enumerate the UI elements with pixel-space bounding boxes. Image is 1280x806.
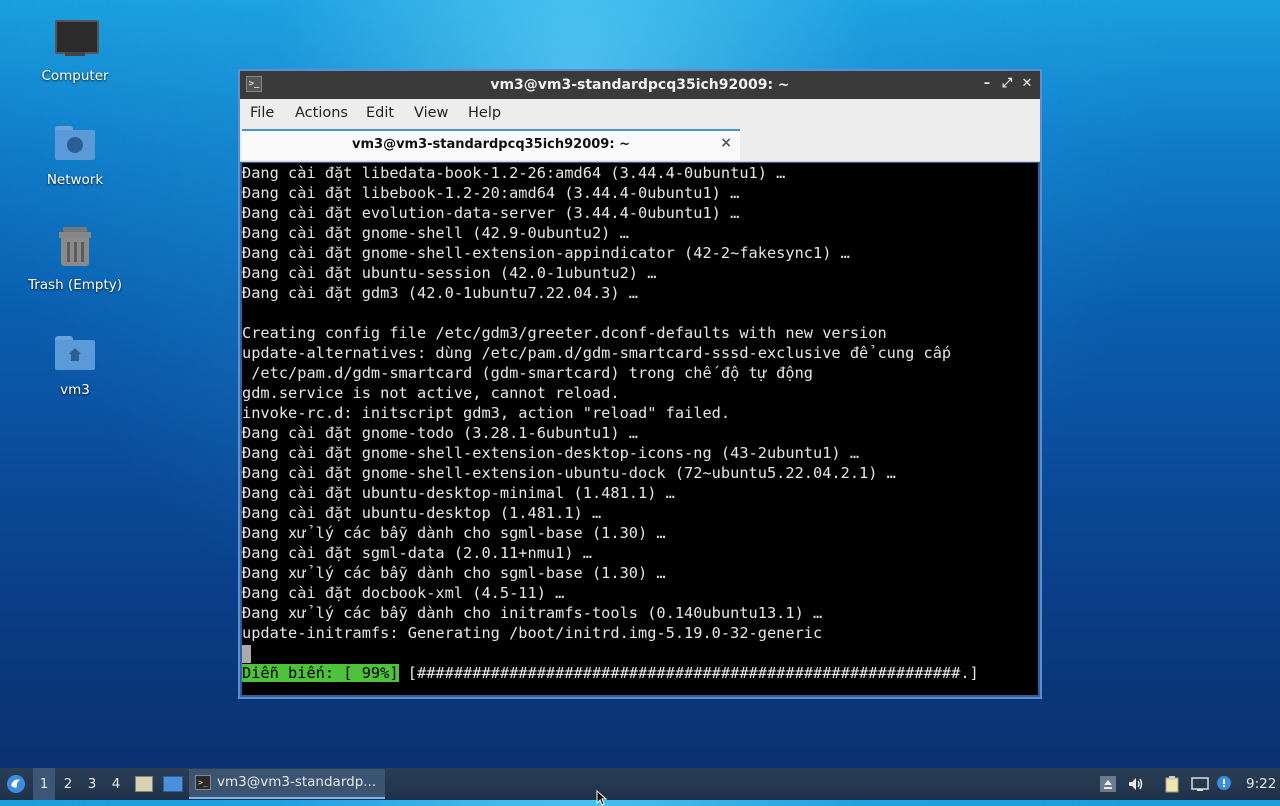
menu-edit[interactable]: Edit (366, 105, 394, 121)
terminal-window: >_ vm3@vm3-standardpcq35ich92009: ~ – ⤢ … (238, 69, 1042, 699)
terminal-line: Đang xử lý các bẫy dành cho initramfs-to… (242, 604, 823, 622)
terminal-cursor-line (242, 643, 1038, 663)
menu-view[interactable]: View (414, 105, 448, 121)
start-menu-button[interactable] (4, 768, 28, 800)
terminal-line: Đang cài đặt docbook-xml (4.5-11) … (242, 584, 565, 602)
eject-icon[interactable] (1099, 775, 1117, 793)
computer-icon (51, 16, 99, 64)
terminal-line: /etc/pam.d/gdm-smartcard (gdm-smartcard)… (242, 364, 813, 382)
desktop-icon-network[interactable]: Network (20, 120, 130, 188)
terminal-line: Đang cài đặt gdm3 (42.0-1ubuntu7.22.04.3… (242, 284, 639, 302)
progress-line: Diễn biến: [ 99%] [#####################… (242, 663, 1038, 683)
menu-bar: File Actions Edit View Help (240, 99, 1040, 129)
trash-icon (51, 225, 99, 273)
progress-bar-text: [#######################################… (398, 664, 979, 682)
terminal-lines: Đang cài đặt libedata-book-1.2-26:amd64 … (242, 163, 1038, 643)
taskbar-terminal-task[interactable]: >_ vm3@vm3-standardp... (189, 769, 385, 799)
terminal-line: Đang cài đặt gnome-shell-extension-ubunt… (242, 464, 896, 482)
terminal-line: Đang xử lý các bẫy dành cho sgml-base (1… (242, 564, 666, 582)
home-folder-icon (51, 330, 99, 378)
terminal-line: Đang cài đặt gnome-shell-extension-deskt… (242, 444, 860, 462)
menu-help[interactable]: Help (468, 105, 501, 121)
notification-icon[interactable] (1215, 775, 1233, 793)
tab-bar: vm3@vm3-standardpcq35ich92009: ~ × (240, 129, 1040, 162)
text-cursor (242, 644, 251, 663)
terminal-line: Đang cài đặt ubuntu-desktop (1.481.1) … (242, 504, 602, 522)
app-menu-icon (7, 775, 25, 793)
show-desktop-launcher[interactable] (162, 768, 184, 800)
terminal-output[interactable]: Đang cài đặt libedata-book-1.2-26:amd64 … (242, 163, 1038, 695)
taskbar: 1 2 3 4 >_ vm3@vm3-standardp... 9:22 (0, 768, 1280, 800)
terminal-line: update-initramfs: Generating /boot/initr… (242, 624, 823, 642)
network-icon[interactable] (1191, 775, 1209, 793)
tab-terminal[interactable]: vm3@vm3-standardpcq35ich92009: ~ × (242, 129, 740, 160)
terminal-line: invoke-rc.d: initscript gdm3, action "re… (242, 404, 731, 422)
volume-icon[interactable] (1127, 775, 1145, 793)
desktop-icon-computer[interactable]: Computer (20, 16, 130, 84)
terminal-line: Creating config file /etc/gdm3/greeter.d… (242, 324, 887, 342)
network-folder-icon (51, 120, 99, 168)
menu-file[interactable]: File (250, 105, 274, 121)
menu-actions[interactable]: Actions (295, 105, 348, 121)
terminal-task-icon: >_ (195, 775, 211, 790)
window-title: vm3@vm3-standardpcq35ich92009: ~ (490, 77, 790, 93)
terminal-line: Đang cài đặt gnome-shell-extension-appin… (242, 244, 850, 262)
task-label: vm3@vm3-standardp... (217, 774, 377, 790)
terminal-line: update-alternatives: dùng /etc/pam.d/gdm… (242, 344, 952, 362)
minimize-icon[interactable]: – (978, 75, 996, 93)
desktop-icon-trash[interactable]: Trash (Empty) (20, 225, 130, 293)
file-manager-launcher[interactable] (134, 768, 154, 800)
terminal-line: Đang cài đặt evolution-data-server (3.44… (242, 204, 740, 222)
clipboard-icon[interactable] (1163, 775, 1181, 793)
terminal-line: Đang cài đặt gnome-todo (3.28.1-6ubuntu1… (242, 424, 639, 442)
workspace-1[interactable]: 1 (33, 768, 55, 800)
clock[interactable]: 9:22 (1246, 768, 1276, 800)
file-manager-icon (135, 776, 153, 792)
mouse-pointer-icon (596, 790, 608, 806)
terminal-line: Đang cài đặt sgml-data (2.0.11+nmu1) … (242, 544, 592, 562)
terminal-line: Đang xử lý các bẫy dành cho sgml-base (1… (242, 524, 666, 542)
workspace-3[interactable]: 3 (81, 768, 103, 800)
desktop-icon-vm3[interactable]: vm3 (20, 330, 130, 398)
terminal-line: Đang cài đặt gnome-shell (42.9-0ubuntu2)… (242, 224, 629, 242)
terminal-line: Đang cài đặt libebook-1.2-20:amd64 (3.44… (242, 184, 740, 202)
show-desktop-icon (163, 776, 183, 792)
terminal-line: Đang cài đặt ubuntu-desktop-minimal (1.4… (242, 484, 675, 502)
terminal-line: Đang cài đặt libedata-book-1.2-26:amd64 … (242, 164, 786, 182)
tab-close-icon[interactable]: × (720, 135, 732, 151)
close-icon[interactable]: ✕ (1018, 75, 1036, 93)
workspace-2[interactable]: 2 (57, 768, 79, 800)
tab-label: vm3@vm3-standardpcq35ich92009: ~ (352, 137, 630, 152)
progress-label: Diễn biến: [ 99%] (242, 664, 399, 682)
terminal-line: Đang cài đặt ubuntu-session (42.0-1ubunt… (242, 264, 657, 282)
workspace-4[interactable]: 4 (105, 768, 127, 800)
terminal-line: gdm.service is not active, cannot reload… (242, 384, 620, 402)
maximize-icon[interactable]: ⤢ (998, 75, 1016, 93)
window-titlebar[interactable]: >_ vm3@vm3-standardpcq35ich92009: ~ – ⤢ … (240, 71, 1040, 99)
